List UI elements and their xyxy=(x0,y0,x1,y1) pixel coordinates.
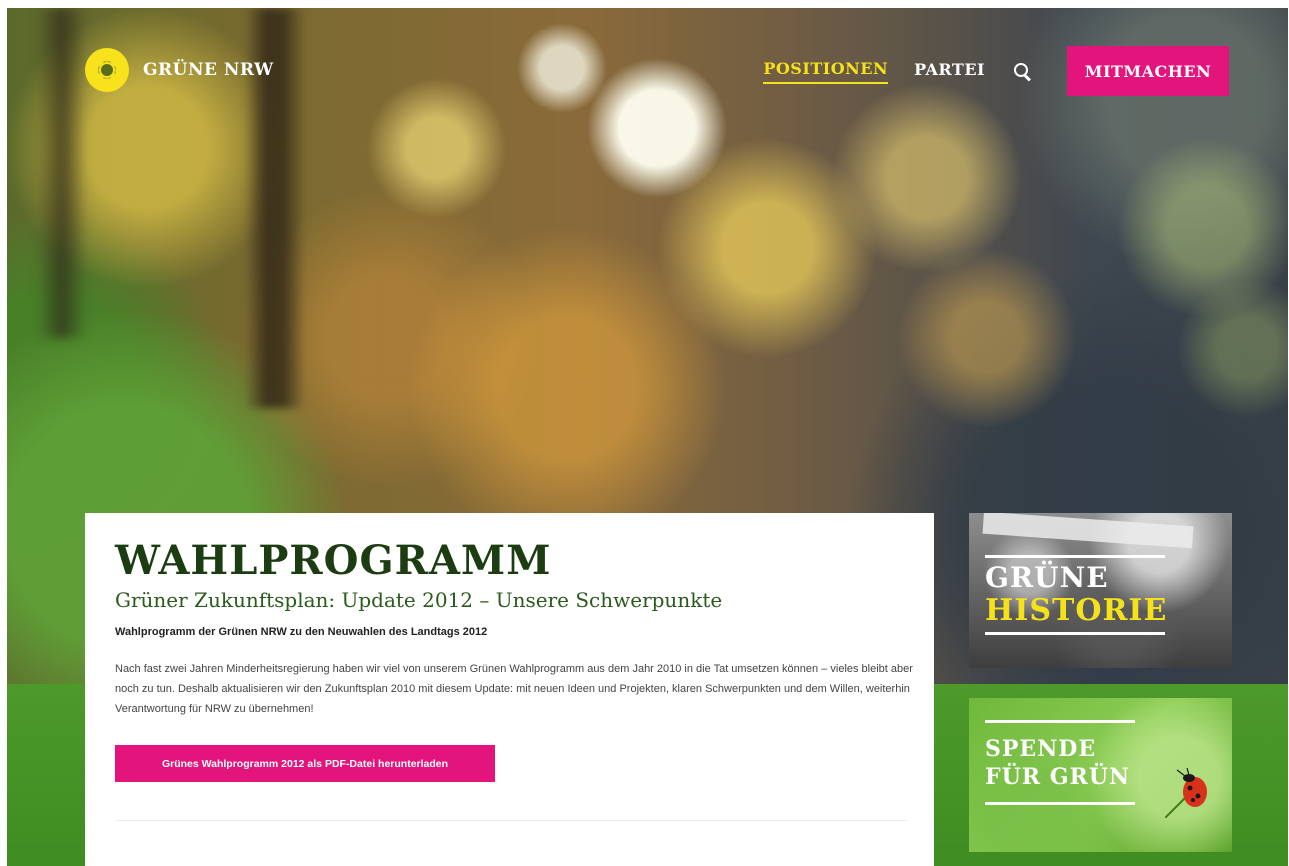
ladybug-icon xyxy=(1165,768,1207,818)
spende-line2: FÜR GRÜN xyxy=(985,764,1131,790)
tree-trunk-shadow xyxy=(37,8,87,338)
lead-text: Wahlprogramm der Grünen NRW zu den Neuwa… xyxy=(115,626,488,638)
historie-line2: HISTORIE xyxy=(985,593,1168,628)
main-nav: POSITIONEN PARTEI MITMACHEN xyxy=(763,46,1229,96)
divider xyxy=(985,720,1135,723)
spende-teaser[interactable]: SPENDE FÜR GRÜN xyxy=(969,698,1232,852)
logo-text: GRÜNE NRW xyxy=(143,60,274,80)
divider xyxy=(985,632,1165,635)
body-text: Nach fast zwei Jahren Minderheitsregieru… xyxy=(115,663,913,715)
historie-line1: GRÜNE xyxy=(985,561,1109,594)
spende-line1: SPENDE xyxy=(985,736,1097,762)
nav-item-positionen[interactable]: POSITIONEN xyxy=(763,59,889,84)
protest-banner-photo xyxy=(982,513,1194,549)
historie-teaser[interactable]: GRÜNE HISTORIE xyxy=(969,513,1232,668)
wahlprogramm-card: WAHLPROGRAMM Grüner Zukunftsplan: Update… xyxy=(85,513,934,866)
nav-item-partei[interactable]: PARTEI xyxy=(914,60,985,83)
mitmachen-button[interactable]: MITMACHEN xyxy=(1067,46,1229,96)
search-icon[interactable] xyxy=(1011,60,1033,82)
divider xyxy=(985,555,1165,558)
site-logo[interactable]: GRÜNE NRW xyxy=(85,48,274,92)
pdf-download-button[interactable]: Grünes Wahlprogramm 2012 als PDF-Datei h… xyxy=(115,745,495,782)
page-title: WAHLPROGRAMM xyxy=(115,537,552,584)
sunflower-logo-icon xyxy=(85,48,129,92)
page-subtitle: Grüner Zukunftsplan: Update 2012 – Unser… xyxy=(115,588,723,612)
divider xyxy=(985,802,1135,805)
divider xyxy=(115,820,907,821)
page-frame: GRÜNE NRW POSITIONEN PARTEI MITMACHEN WA… xyxy=(7,8,1288,866)
